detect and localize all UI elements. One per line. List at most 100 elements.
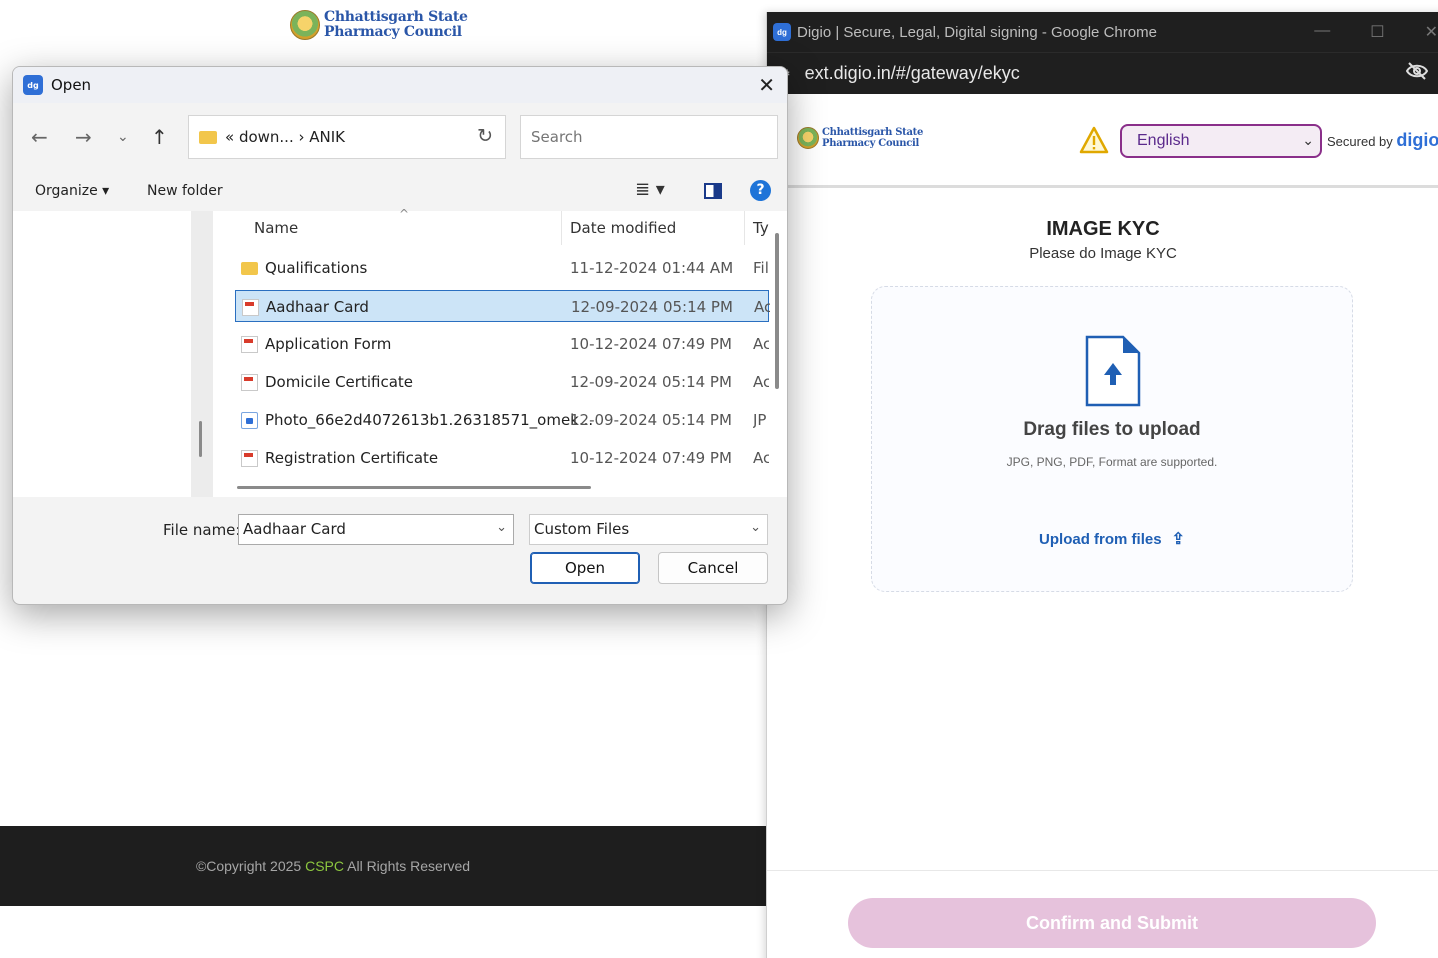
upload-file-icon — [1085, 335, 1141, 407]
file-name: Application Form — [265, 335, 392, 353]
column-divider[interactable] — [561, 211, 562, 245]
search-box[interactable] — [520, 115, 778, 159]
file-row[interactable]: Qualifications 11-12-2024 01:44 AM Fil — [235, 252, 769, 284]
breadcrumb[interactable]: « down... › ANIK ↻ — [188, 115, 506, 159]
file-name: Domicile Certificate — [265, 373, 414, 391]
upload-dropzone[interactable]: Drag files to upload JPG, PNG, PDF, Form… — [871, 286, 1353, 592]
logo-line2: Pharmacy Council — [324, 24, 462, 40]
pdf-icon — [241, 450, 258, 467]
dialog-title-bar[interactable]: dg Open — [13, 67, 787, 103]
upload-from-files-link[interactable]: Upload from files ⇪ — [872, 529, 1352, 549]
chrome-window: dg Digio | Secure, Legal, Digital signin… — [766, 12, 1438, 958]
file-row[interactable]: Domicile Certificate 12-09-2024 05:14 PM A… — [235, 366, 769, 398]
chevron-down-icon[interactable]: ⌄ — [750, 520, 761, 535]
file-date: 10-12-2024 07:49 PM — [570, 449, 732, 467]
url-text[interactable]: ext.digio.in/#/gateway/ekyc — [805, 63, 1020, 84]
upload-icon: ⇪ — [1171, 531, 1185, 548]
close-window-button[interactable]: ✕ — [1425, 22, 1438, 42]
back-arrow-icon[interactable]: ← — [31, 125, 48, 149]
breadcrumb-path[interactable]: « down... › ANIK — [225, 128, 345, 146]
forward-arrow-icon[interactable]: → — [75, 125, 92, 149]
logo-text: Chhattisgarh State Pharmacy Council — [324, 10, 468, 40]
column-divider[interactable] — [744, 211, 745, 245]
confirm-submit-button[interactable]: Confirm and Submit — [848, 898, 1376, 948]
small-emblem-icon — [797, 127, 819, 149]
pdf-icon — [241, 374, 258, 391]
cspc-logo: Chhattisgarh State Pharmacy Council — [290, 10, 468, 40]
copyright-prefix: ©Copyright 2025 — [195, 858, 306, 874]
search-input[interactable] — [531, 128, 767, 146]
up-arrow-icon[interactable]: ↑ — [151, 125, 168, 149]
page-footer: ©Copyright 2025 CSPC All Rights Reserved — [0, 826, 766, 906]
secured-by: Secured by digio — [1327, 130, 1438, 151]
column-name[interactable]: Name — [254, 219, 298, 237]
digio-brand: digio — [1396, 130, 1438, 150]
digio-header: Chhattisgarh State Pharmacy Council Engl… — [767, 94, 1438, 188]
nav-pane-scroll-thumb[interactable] — [199, 421, 202, 457]
file-type: Ac — [753, 449, 769, 467]
file-type: Ac — [753, 335, 769, 353]
file-row[interactable]: Application Form 10-12-2024 07:49 PM Ac — [235, 328, 769, 360]
cancel-button[interactable]: Cancel — [658, 552, 768, 584]
header-logo-line2: Pharmacy Council — [822, 138, 920, 149]
open-button[interactable]: Open — [530, 552, 640, 584]
column-date-modified[interactable]: Date modified — [570, 219, 676, 237]
file-date: 12-09-2024 05:14 PM — [570, 373, 732, 391]
new-folder-button[interactable]: New folder — [147, 183, 223, 199]
dialog-close-icon[interactable]: ✕ — [758, 73, 775, 97]
file-date: 11-12-2024 01:44 AM — [570, 259, 734, 277]
chevron-down-icon[interactable]: ⌄ — [496, 520, 507, 535]
folder-icon — [199, 130, 217, 144]
drag-title: Drag files to upload — [1023, 419, 1201, 440]
window-title: Digio | Secure, Legal, Digital signing -… — [797, 23, 1157, 41]
file-date: 12-09-2024 05:14 PM — [571, 298, 733, 316]
header-logo-text: Chhattisgarh State Pharmacy Council — [822, 127, 923, 149]
pdf-icon — [241, 336, 258, 353]
window-controls: — ☐ ✕ — [1314, 22, 1438, 42]
file-list-hscroll[interactable] — [237, 486, 591, 489]
column-type[interactable]: Ty — [753, 219, 769, 237]
minimize-button[interactable]: — — [1314, 22, 1330, 42]
file-name: Qualifications — [265, 259, 368, 277]
file-row[interactable]: Photo_66e2d4072613b1.26318571_omek... 12-… — [235, 404, 769, 436]
upload-link-label: Upload from files — [1039, 531, 1162, 548]
page-title: IMAGE KYC — [767, 218, 1438, 241]
warning-icon[interactable] — [1079, 126, 1109, 154]
logo-line1: Chhattisgarh State — [324, 9, 468, 25]
recent-chevron-icon[interactable]: ⌄ — [117, 129, 129, 145]
dialog-toolbar: Organize ▾ New folder ≣ ▾ ? — [13, 175, 787, 209]
refresh-icon[interactable]: ↻ — [477, 125, 493, 147]
maximize-button[interactable]: ☐ — [1370, 22, 1384, 42]
address-bar[interactable]: ⚙ ext.digio.in/#/gateway/ekyc — [767, 52, 1438, 94]
file-name-value[interactable]: Aadhaar Card — [243, 520, 346, 538]
file-name-field[interactable]: Aadhaar Card ⌄ — [238, 514, 514, 545]
language-value: English — [1137, 132, 1190, 149]
file-list-vscroll[interactable] — [775, 233, 779, 389]
file-date: 10-12-2024 07:49 PM — [570, 335, 732, 353]
nav-pane-scrollbar-track[interactable] — [191, 211, 213, 497]
file-list-header: ^ Name Date modified Ty — [213, 207, 787, 245]
file-list: ^ Name Date modified Ty Qualifications 11… — [213, 207, 787, 497]
navigation-pane[interactable] — [13, 211, 213, 497]
digio-favicon-icon: dg — [773, 23, 791, 41]
preview-pane-icon[interactable] — [704, 183, 722, 199]
chrome-title-bar[interactable]: dg Digio | Secure, Legal, Digital signin… — [767, 12, 1438, 52]
hidden-eye-icon[interactable] — [1405, 62, 1429, 85]
file-row[interactable]: Registration Certificate 10-12-2024 07:49… — [235, 442, 769, 474]
organize-menu-button[interactable]: Organize ▾ — [35, 183, 109, 199]
folder-icon — [241, 262, 258, 275]
dialog-app-icon: dg — [23, 75, 43, 95]
file-type: Fil — [753, 259, 769, 277]
copyright-brand[interactable]: CSPC — [305, 858, 344, 874]
dialog-title: Open — [51, 76, 92, 94]
file-date: 12-09-2024 05:14 PM — [570, 411, 732, 429]
file-name: Photo_66e2d4072613b1.26318571_omek... — [265, 411, 594, 429]
copyright-suffix: All Rights Reserved — [344, 858, 471, 874]
help-icon[interactable]: ? — [750, 180, 771, 201]
open-file-dialog: dg Open ✕ ← → ⌄ ↑ « down... › ANIK ↻ Org… — [12, 66, 788, 605]
file-type-select[interactable]: Custom Files ⌄ — [529, 514, 768, 545]
view-options-icon[interactable]: ≣ ▾ — [635, 179, 665, 200]
file-row[interactable]: Aadhaar Card 12-09-2024 05:14 PM Ac — [235, 290, 770, 322]
copyright-text: ©Copyright 2025 CSPC All Rights Reserved — [196, 858, 470, 874]
language-select[interactable]: English ⌄ — [1120, 124, 1322, 158]
